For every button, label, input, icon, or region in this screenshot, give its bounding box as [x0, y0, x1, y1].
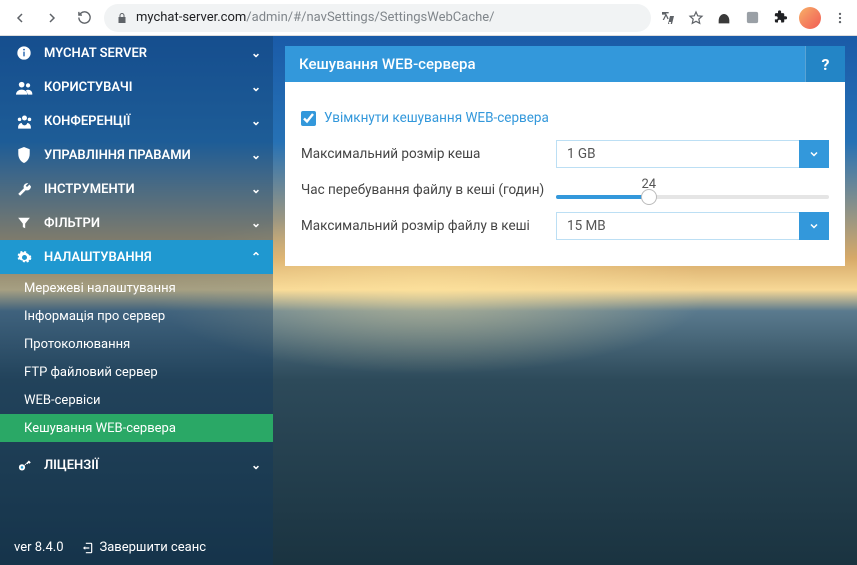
- browser-toolbar: mychat-server.com/admin/#/navSettings/Se…: [0, 0, 857, 36]
- extensions-icon[interactable]: [771, 9, 789, 27]
- star-icon[interactable]: [687, 9, 705, 27]
- max-file-label: Максимальний розмір файлу в кеші: [301, 218, 556, 234]
- logout-button[interactable]: Завершити сеанс: [80, 540, 207, 555]
- group-icon: [14, 114, 34, 129]
- sidebar-item-label: НАЛАШТУВАННЯ: [44, 250, 152, 265]
- browser-actions: [659, 7, 849, 29]
- sidebar-item-rights[interactable]: УПРАВЛІННЯ ПРАВАМИ ⌄: [0, 138, 273, 172]
- ext2-icon[interactable]: [743, 9, 761, 27]
- sidebar-sub-serverinfo[interactable]: Інформація про сервер: [0, 302, 273, 330]
- enable-cache-checkbox[interactable]: Увімкнути кешування WEB-сервера: [301, 110, 549, 126]
- gear-icon: [14, 250, 34, 265]
- translate-icon[interactable]: [659, 9, 677, 27]
- main-content: Кешування WEB-сервера ? Увімкнути кешува…: [285, 46, 845, 266]
- sidebar-sub-network[interactable]: Мережеві налаштування: [0, 274, 273, 302]
- max-cache-select[interactable]: 1 GB: [556, 140, 829, 168]
- chevron-down-icon: ⌄: [251, 114, 261, 128]
- chevron-down-icon: [799, 140, 829, 168]
- file-time-label: Час перебування файлу в кеші (годин): [301, 182, 556, 198]
- sidebar-item-licenses[interactable]: ЛІЦЕНЗІЇ ⌄: [0, 448, 273, 482]
- logout-icon: [80, 541, 94, 555]
- panel-body: Увімкнути кешування WEB-сервера Максимал…: [285, 82, 845, 266]
- sidebar-sub-webservices[interactable]: WEB-сервіси: [0, 386, 273, 414]
- file-time-slider[interactable]: 24: [556, 181, 829, 199]
- menu-icon[interactable]: [831, 9, 849, 27]
- users-icon: [14, 80, 34, 95]
- version-label: ver 8.4.0: [14, 540, 64, 555]
- chevron-down-icon: ⌄: [251, 80, 261, 94]
- forward-button[interactable]: [40, 6, 64, 30]
- shield-icon: [14, 147, 34, 163]
- max-cache-label: Максимальний розмір кеша: [301, 146, 556, 162]
- sidebar-sub-webcache[interactable]: Кешування WEB-сервера: [0, 414, 273, 442]
- sidebar-item-label: ІНСТРУМЕНТИ: [44, 182, 135, 197]
- sidebar-item-label: КОРИСТУВАЧІ: [44, 80, 132, 95]
- info-icon: [14, 45, 34, 61]
- panel-title: Кешування WEB-сервера: [299, 55, 476, 73]
- address-bar[interactable]: mychat-server.com/admin/#/navSettings/Se…: [104, 4, 651, 32]
- slider-fill: [556, 195, 649, 199]
- chevron-down-icon: ⌄: [251, 216, 261, 230]
- chevron-up-icon: ⌃: [251, 250, 261, 264]
- lock-icon: [116, 12, 128, 24]
- panel-header: Кешування WEB-сервера ?: [285, 46, 845, 82]
- sidebar-item-label: MYCHAT SERVER: [44, 46, 147, 61]
- chevron-down-icon: ⌄: [251, 182, 261, 196]
- chevron-down-icon: ⌄: [251, 148, 261, 162]
- back-button[interactable]: [8, 6, 32, 30]
- max-file-value: 15 MB: [556, 212, 829, 240]
- chevron-down-icon: [799, 212, 829, 240]
- url-host: mychat-server.com: [136, 10, 246, 25]
- sidebar-sub-ftp[interactable]: FTP файловий сервер: [0, 358, 273, 386]
- profile-avatar[interactable]: [799, 7, 821, 29]
- max-file-select[interactable]: 15 MB: [556, 212, 829, 240]
- sidebar-item-filters[interactable]: ФІЛЬТРИ ⌄: [0, 206, 273, 240]
- sidebar: MYCHAT SERVER ⌄ КОРИСТУВАЧІ ⌄ КОНФЕРЕНЦІ…: [0, 36, 273, 565]
- max-cache-value: 1 GB: [556, 140, 829, 168]
- slider-track: [556, 195, 829, 199]
- wrench-icon: [14, 182, 34, 197]
- sidebar-item-label: ЛІЦЕНЗІЇ: [44, 458, 99, 473]
- key-icon: [14, 458, 34, 473]
- sidebar-item-settings[interactable]: НАЛАШТУВАННЯ ⌃: [0, 240, 273, 274]
- chevron-down-icon: ⌄: [251, 458, 261, 472]
- sidebar-item-mychat-server[interactable]: MYCHAT SERVER ⌄: [0, 36, 273, 70]
- url-path: /admin/#/navSettings/SettingsWebCache/: [246, 10, 494, 25]
- app-viewport: MYCHAT SERVER ⌄ КОРИСТУВАЧІ ⌄ КОНФЕРЕНЦІ…: [0, 36, 857, 565]
- sidebar-item-users[interactable]: КОРИСТУВАЧІ ⌄: [0, 70, 273, 104]
- sidebar-item-label: КОНФЕРЕНЦІЇ: [44, 114, 130, 129]
- enable-cache-input[interactable]: [301, 111, 316, 126]
- slider-thumb[interactable]: [641, 189, 657, 205]
- sidebar-item-label: ФІЛЬТРИ: [44, 216, 100, 231]
- enable-cache-label: Увімкнути кешування WEB-сервера: [324, 110, 549, 126]
- sidebar-item-conferences[interactable]: КОНФЕРЕНЦІЇ ⌄: [0, 104, 273, 138]
- sidebar-footer: ver 8.4.0 Завершити сеанс: [0, 530, 273, 565]
- chevron-down-icon: ⌄: [251, 46, 261, 60]
- help-button[interactable]: ?: [805, 46, 845, 82]
- reload-button[interactable]: [72, 6, 96, 30]
- ext1-icon[interactable]: [715, 9, 733, 27]
- sidebar-item-label: УПРАВЛІННЯ ПРАВАМИ: [44, 148, 191, 163]
- funnel-icon: [14, 216, 34, 230]
- sidebar-sub-logging[interactable]: Протоколювання: [0, 330, 273, 358]
- sidebar-item-tools[interactable]: ІНСТРУМЕНТИ ⌄: [0, 172, 273, 206]
